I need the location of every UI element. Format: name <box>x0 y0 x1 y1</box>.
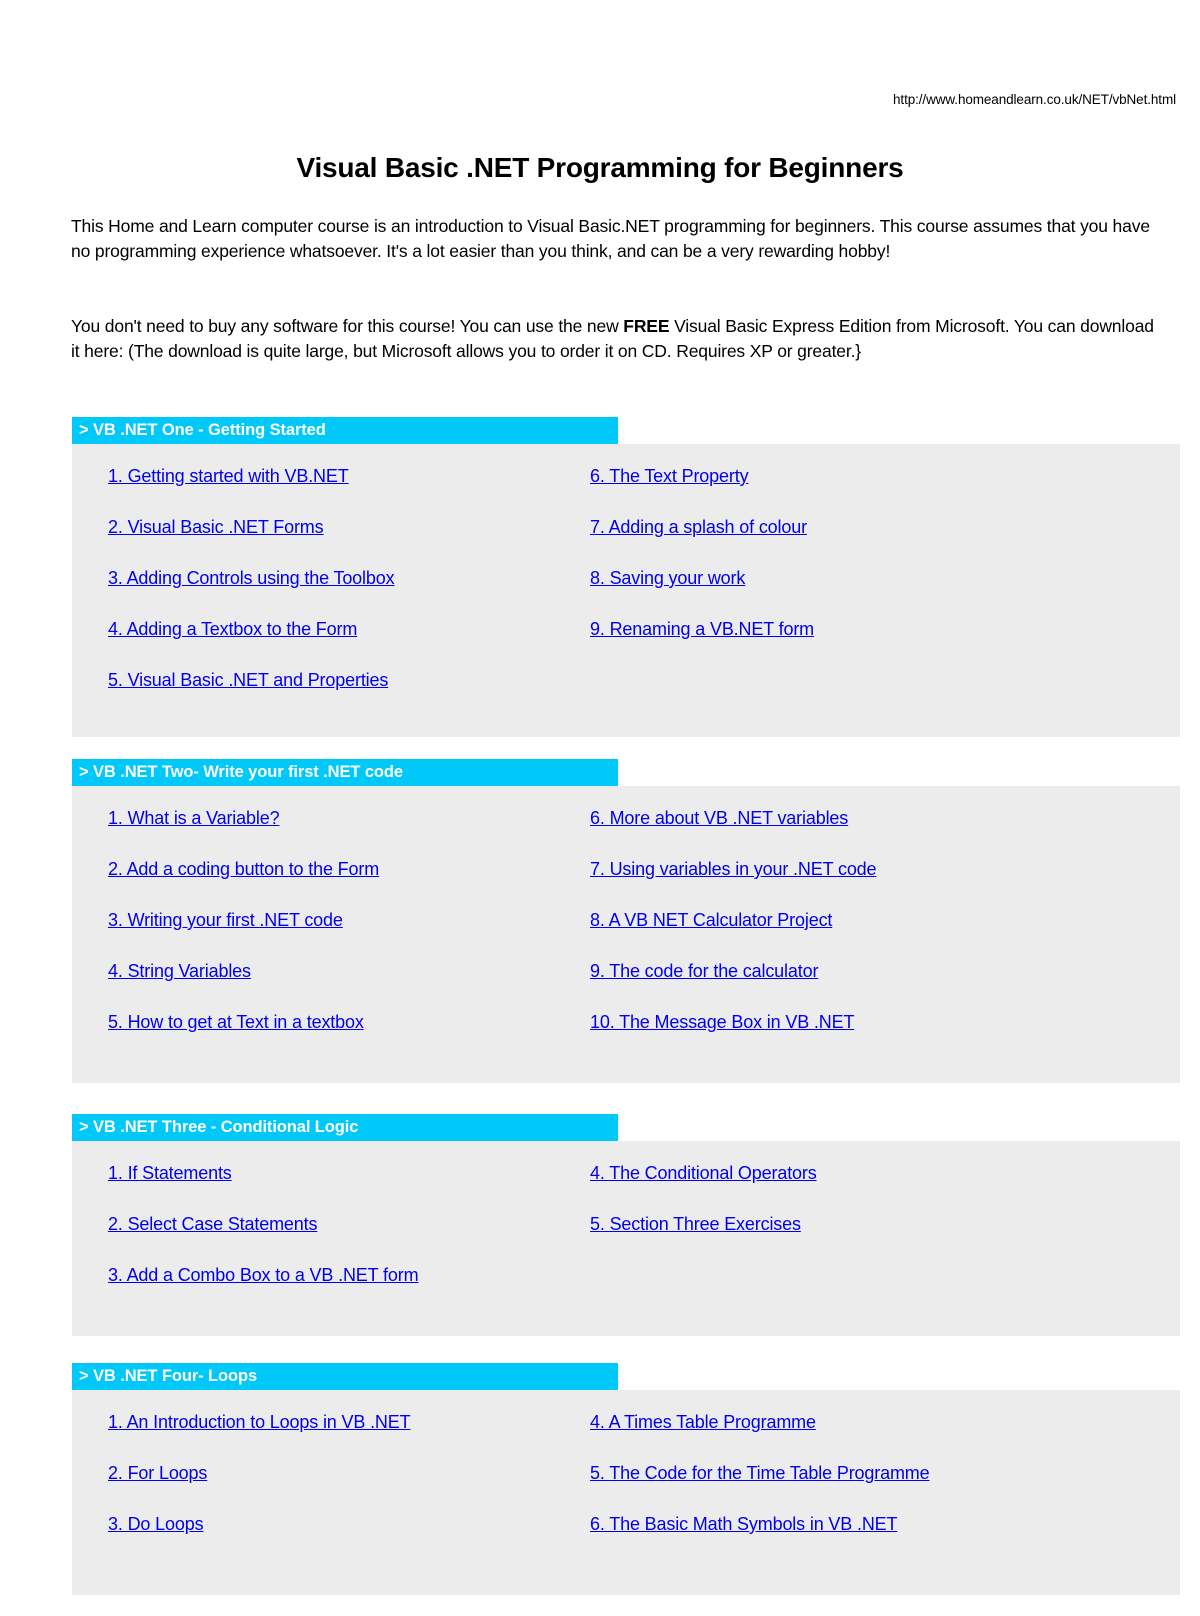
list-item: 2. For Loops <box>108 1463 584 1514</box>
toc-link-2-3[interactable]: 3. Writing your first .NET code <box>108 910 343 930</box>
intro-paragraph-2: You don't need to buy any software for t… <box>71 314 1165 364</box>
section-vb-net-three: > VB .NET Three - Conditional Logic 1. I… <box>72 1114 1180 1336</box>
section-body-4: 1. An Introduction to Loops in VB .NET 2… <box>72 1390 1180 1595</box>
section-body-2: 1. What is a Variable? 2. Add a coding b… <box>72 786 1180 1083</box>
section-2-right-column: 6. More about VB .NET variables 7. Using… <box>584 808 1144 1063</box>
list-item: 7. Adding a splash of colour <box>590 517 1144 568</box>
list-item: 3. Writing your first .NET code <box>108 910 584 961</box>
toc-link-1-9[interactable]: 9. Renaming a VB.NET form <box>590 619 814 639</box>
intro-paragraph-2-part1: You don't need to buy any software for t… <box>71 315 624 336</box>
intro-free-emphasis: FREE <box>623 315 670 336</box>
toc-link-4-5[interactable]: 5. The Code for the Time Table Programme <box>590 1463 930 1483</box>
list-item: 1. An Introduction to Loops in VB .NET <box>108 1412 584 1463</box>
section-1-left-column: 1. Getting started with VB.NET 2. Visual… <box>72 466 584 721</box>
toc-link-1-1[interactable]: 1. Getting started with VB.NET <box>108 466 349 486</box>
list-item: 1. If Statements <box>108 1163 584 1214</box>
toc-link-1-7[interactable]: 7. Adding a splash of colour <box>590 517 807 537</box>
list-item: 2. Select Case Statements <box>108 1214 584 1265</box>
list-item: 5. The Code for the Time Table Programme <box>590 1463 1144 1514</box>
toc-link-1-6[interactable]: 6. The Text Property <box>590 466 749 486</box>
section-4-left-column: 1. An Introduction to Loops in VB .NET 2… <box>72 1412 584 1565</box>
toc-link-1-3[interactable]: 3. Adding Controls using the Toolbox <box>108 568 395 588</box>
list-item: 4. Adding a Textbox to the Form <box>108 619 584 670</box>
toc-link-2-4[interactable]: 4. String Variables <box>108 961 251 981</box>
list-item: 9. The code for the calculator <box>590 961 1144 1012</box>
list-item: 5. Visual Basic .NET and Properties <box>108 670 584 721</box>
toc-link-1-8[interactable]: 8. Saving your work <box>590 568 745 588</box>
list-item: 2. Visual Basic .NET Forms <box>108 517 584 568</box>
section-body-3: 1. If Statements 2. Select Case Statemen… <box>72 1141 1180 1336</box>
list-item: 1. What is a Variable? <box>108 808 584 859</box>
toc-link-1-2[interactable]: 2. Visual Basic .NET Forms <box>108 517 324 537</box>
list-item: 8. Saving your work <box>590 568 1144 619</box>
toc-link-1-4[interactable]: 4. Adding a Textbox to the Form <box>108 619 357 639</box>
list-item: 4. The Conditional Operators <box>590 1163 1144 1214</box>
section-vb-net-two: > VB .NET Two- Write your first .NET cod… <box>72 759 1180 1083</box>
list-item: 3. Do Loops <box>108 1514 584 1565</box>
section-3-left-column: 1. If Statements 2. Select Case Statemen… <box>72 1163 584 1316</box>
list-item: 4. String Variables <box>108 961 584 1012</box>
toc-link-2-2[interactable]: 2. Add a coding button to the Form <box>108 859 379 879</box>
list-item: 5. How to get at Text in a textbox <box>108 1012 584 1063</box>
toc-link-3-1[interactable]: 1. If Statements <box>108 1163 232 1183</box>
page-root: http://www.homeandlearn.co.uk/NET/vbNet.… <box>0 0 1200 1595</box>
section-heading-1: > VB .NET One - Getting Started <box>72 417 618 444</box>
toc-link-4-2[interactable]: 2. For Loops <box>108 1463 207 1483</box>
toc-link-4-6[interactable]: 6. The Basic Math Symbols in VB .NET <box>590 1514 898 1534</box>
toc-link-3-2[interactable]: 2. Select Case Statements <box>108 1214 318 1234</box>
toc-link-3-5[interactable]: 5. Section Three Exercises <box>590 1214 801 1234</box>
toc-link-2-6[interactable]: 6. More about VB .NET variables <box>590 808 848 828</box>
section-2-left-column: 1. What is a Variable? 2. Add a coding b… <box>72 808 584 1063</box>
list-item: 2. Add a coding button to the Form <box>108 859 584 910</box>
toc-link-4-3[interactable]: 3. Do Loops <box>108 1514 204 1534</box>
toc-link-2-7[interactable]: 7. Using variables in your .NET code <box>590 859 877 879</box>
list-item: 8. A VB NET Calculator Project <box>590 910 1144 961</box>
toc-link-2-8[interactable]: 8. A VB NET Calculator Project <box>590 910 832 930</box>
list-item: 3. Adding Controls using the Toolbox <box>108 568 584 619</box>
list-item: 1. Getting started with VB.NET <box>108 466 584 517</box>
section-heading-3: > VB .NET Three - Conditional Logic <box>72 1114 618 1141</box>
list-item: 4. A Times Table Programme <box>590 1412 1144 1463</box>
section-3-right-column: 4. The Conditional Operators 5. Section … <box>584 1163 1144 1316</box>
toc-link-2-10[interactable]: 10. The Message Box in VB .NET <box>590 1012 854 1032</box>
list-item: 6. More about VB .NET variables <box>590 808 1144 859</box>
list-item: 5. Section Three Exercises <box>590 1214 1144 1265</box>
section-4-right-column: 4. A Times Table Programme 5. The Code f… <box>584 1412 1144 1565</box>
toc-link-2-9[interactable]: 9. The code for the calculator <box>590 961 818 981</box>
list-item: 3. Add a Combo Box to a VB .NET form <box>108 1265 584 1316</box>
list-item: 7. Using variables in your .NET code <box>590 859 1144 910</box>
page-url: http://www.homeandlearn.co.uk/NET/vbNet.… <box>893 92 1176 107</box>
toc-link-4-1[interactable]: 1. An Introduction to Loops in VB .NET <box>108 1412 411 1432</box>
toc-link-2-1[interactable]: 1. What is a Variable? <box>108 808 280 828</box>
section-vb-net-four: > VB .NET Four- Loops 1. An Introduction… <box>72 1363 1180 1595</box>
list-item: 6. The Basic Math Symbols in VB .NET <box>590 1514 1144 1565</box>
toc-link-3-3[interactable]: 3. Add a Combo Box to a VB .NET form <box>108 1265 419 1285</box>
toc-link-2-5[interactable]: 5. How to get at Text in a textbox <box>108 1012 364 1032</box>
toc-link-3-4[interactable]: 4. The Conditional Operators <box>590 1163 817 1183</box>
section-1-right-column: 6. The Text Property 7. Adding a splash … <box>584 466 1144 721</box>
section-body-1: 1. Getting started with VB.NET 2. Visual… <box>72 444 1180 737</box>
page-title: Visual Basic .NET Programming for Beginn… <box>296 151 904 183</box>
list-item: 6. The Text Property <box>590 466 1144 517</box>
list-item: 10. The Message Box in VB .NET <box>590 1012 1144 1063</box>
intro-paragraph-1: This Home and Learn computer course is a… <box>71 215 1150 261</box>
toc-link-1-5[interactable]: 5. Visual Basic .NET and Properties <box>108 670 388 690</box>
toc-link-4-4[interactable]: 4. A Times Table Programme <box>590 1412 816 1432</box>
list-item: 9. Renaming a VB.NET form <box>590 619 1144 670</box>
section-vb-net-one: > VB .NET One - Getting Started 1. Getti… <box>72 417 1180 737</box>
course-sections: > VB .NET One - Getting Started 1. Getti… <box>72 417 1180 1616</box>
section-heading-4: > VB .NET Four- Loops <box>72 1363 618 1390</box>
section-heading-2: > VB .NET Two- Write your first .NET cod… <box>72 759 618 786</box>
